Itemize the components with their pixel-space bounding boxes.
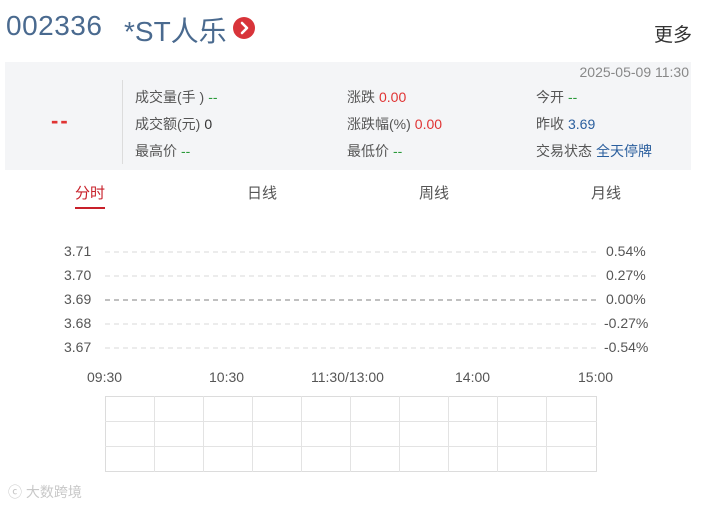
x-tick: 14:00 [455,369,491,385]
quote-field-open: 今开 -- [536,89,578,105]
tab-monthly[interactable]: 月线 [591,182,621,203]
quote-field-low: 最低价 -- [347,143,403,159]
watermark-text: 大数跨境 [25,484,82,500]
y-tick: 3.71 [64,243,92,259]
quote-field-prev-close: 昨收 3.69 [536,116,596,132]
quote-field-change-pct: 涨跌幅(%) 0.00 [347,116,443,132]
x-tick: 11:30/13:00 [311,369,384,385]
intraday-chart: 3.71 3.70 3.69 3.68 3.67 0.54% 0.27% 0.0… [0,230,710,400]
y-tick: 3.69 [64,291,92,307]
y-tick: 3.67 [64,339,92,355]
quote-field-turnover: 成交额(元) 0 [135,116,213,132]
chevron-right-icon[interactable] [233,17,255,39]
watermark-logo: ⓒ 大数跨境 [8,482,82,502]
pct-tick: -0.27% [604,315,649,331]
quote-field-volume: 成交量(手 ) -- [135,89,218,105]
x-tick: 15:00 [578,369,614,385]
pct-tick: -0.54% [604,339,649,355]
pct-tick: 0.00% [606,291,646,307]
volume-grid [105,396,597,472]
y-tick: 3.70 [64,267,92,283]
tab-intraday[interactable]: 分时 [75,182,105,203]
stock-name: *ST人乐 [124,16,227,47]
quote-timestamp: 2025-05-09 11:30 [579,64,690,80]
quote-field-high: 最高价 -- [135,143,191,159]
y-tick: 3.68 [64,315,92,331]
stock-header: 002336 *ST人乐 更多 [0,0,710,60]
current-price: -- [51,108,70,133]
more-link[interactable]: 更多 [654,20,692,47]
quote-field-trading-status: 交易状态 全天停牌 [536,143,652,159]
watermark-icon: ⓒ [8,484,22,500]
x-tick: 09:30 [87,369,123,385]
active-tab-indicator [75,207,105,209]
tab-daily[interactable]: 日线 [247,182,277,203]
pct-tick: 0.27% [606,267,646,283]
chart-tabs: 分时 日线 周线 月线 [0,178,710,210]
x-tick: 10:30 [209,369,245,385]
tab-weekly[interactable]: 周线 [419,182,449,203]
stock-code: 002336 [6,10,103,41]
quote-panel: 2025-05-09 11:30 -- 成交量(手 ) -- 成交额(元) 0 最高… [5,62,691,170]
pct-tick: 0.54% [606,243,646,259]
quote-divider [122,80,123,164]
quote-field-change: 涨跌 0.00 [347,89,407,105]
